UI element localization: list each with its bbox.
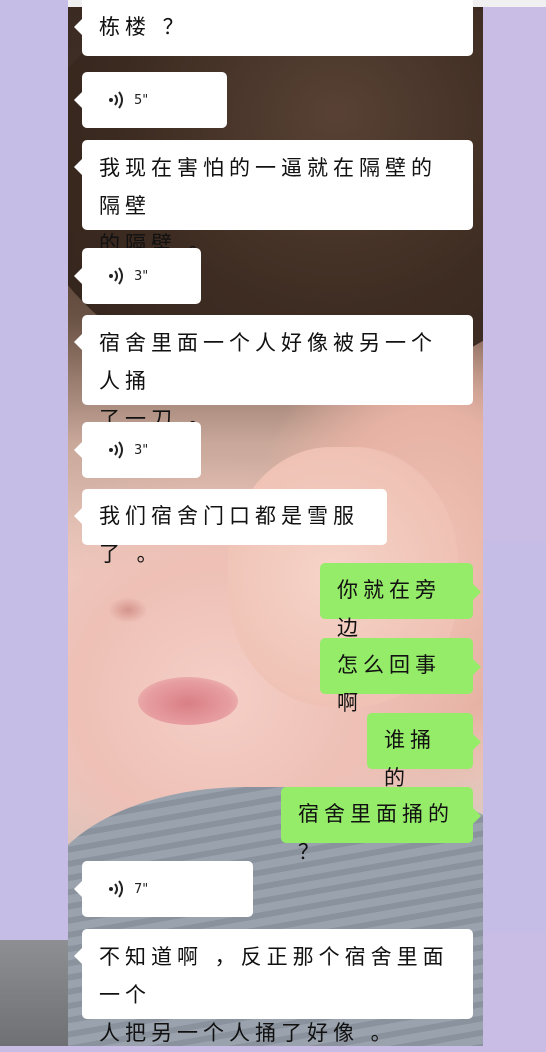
voice-wave-icon [109, 267, 123, 285]
message-sent[interactable]: 谁捅的 [367, 713, 481, 790]
voice-message[interactable]: 3" [74, 422, 201, 478]
voice-message[interactable]: 5" [74, 72, 227, 128]
message-sent[interactable]: 宿舍里面捅的 ？ [281, 787, 481, 864]
message-text: 栋楼 ？ [99, 15, 189, 39]
message-text-line: 人把另一个人捅了好像 。 [99, 1021, 397, 1045]
message-received[interactable]: 宿舍里面一个人好像被另一个人捅 了一刀 。 [74, 315, 473, 431]
voice-wave-icon [109, 880, 123, 898]
message-received[interactable]: 不知道啊 ，反正那个宿舍里面一个 人把另一个人捅了好像 。 [74, 929, 473, 1045]
message-text-line: 宿舍里面一个人好像被另一个人捅 [99, 331, 437, 393]
message-sent[interactable]: 你就在旁边 [320, 563, 481, 640]
voice-duration: 3" [134, 442, 149, 458]
message-text-line: 我现在害怕的一逼就在隔壁的隔壁 [99, 156, 437, 218]
voice-message[interactable]: 7" [74, 861, 253, 917]
message-received[interactable]: 栋楼 ？ [74, 0, 473, 56]
voice-wave-icon [109, 91, 123, 109]
voice-duration: 7" [134, 881, 149, 897]
background-right [483, 541, 546, 933]
message-text-line: 不知道啊 ，反正那个宿舍里面一个 [99, 945, 449, 1007]
message-received[interactable]: 我现在害怕的一逼就在隔壁的隔壁 的隔壁 。 [74, 140, 473, 256]
message-received[interactable]: 我们宿舍门口都是雪服了 。 [74, 489, 387, 566]
voice-duration: 3" [134, 268, 149, 284]
voice-message[interactable]: 3" [74, 248, 201, 304]
background-left [0, 0, 68, 940]
voice-duration: 5" [134, 92, 149, 108]
voice-wave-icon [109, 441, 123, 459]
message-sent[interactable]: 怎么回事啊 [320, 638, 481, 715]
